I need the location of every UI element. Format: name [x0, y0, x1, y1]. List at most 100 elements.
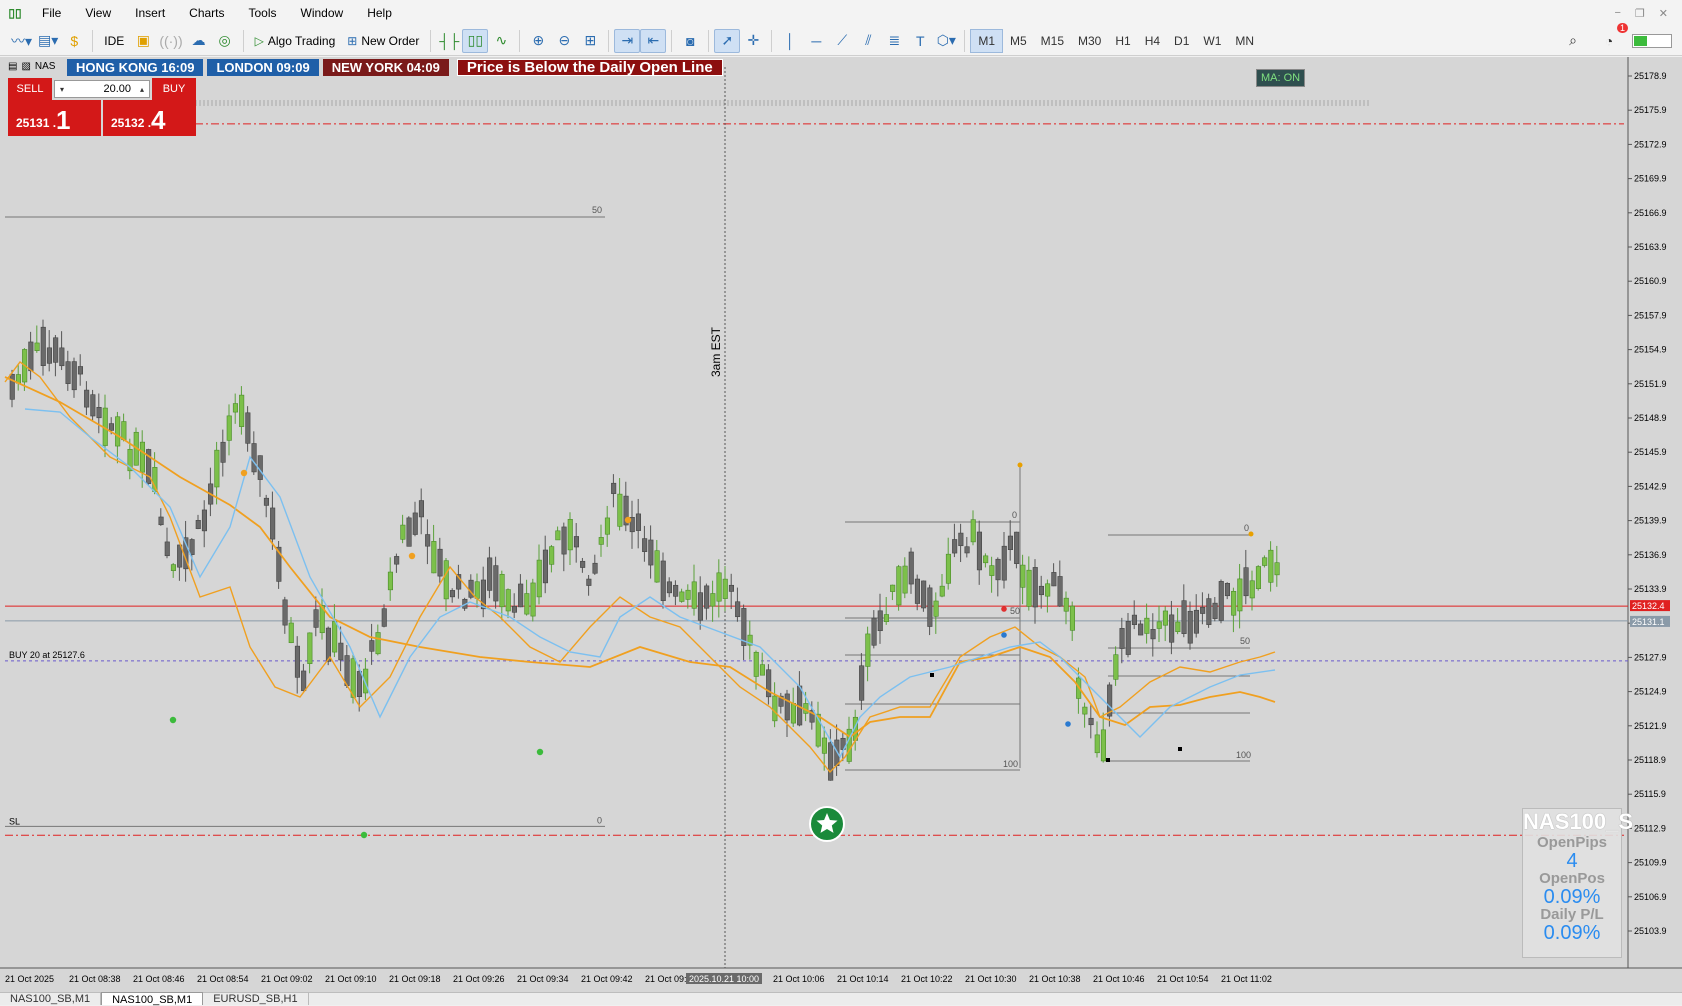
candle-body [896, 566, 902, 606]
chart-tab-nas100-m1-b[interactable]: NAS100_SB,M1 [101, 992, 204, 1006]
horizontal-line-icon[interactable]: ─ [803, 29, 829, 53]
candle-body [239, 394, 245, 427]
bid-price-pip: 1 [56, 105, 71, 135]
candle-body [1082, 706, 1088, 715]
new-chart-icon[interactable]: 〰▾ [8, 29, 35, 53]
bar-chart-icon[interactable]: ┤├ [436, 29, 462, 53]
swing-low-marker [360, 831, 368, 839]
restore-icon[interactable]: ❐ [1635, 7, 1645, 20]
timeframe-w1[interactable]: W1 [1196, 29, 1228, 53]
lock-icon[interactable]: ▣ [130, 29, 156, 53]
chart-tab-nas100-m1-a[interactable]: NAS100_SB,M1 [0, 992, 102, 1005]
cloud-icon[interactable]: ☁ [186, 29, 212, 53]
candle-body [642, 538, 648, 552]
menu-view[interactable]: View [73, 6, 123, 20]
candle-body [28, 341, 34, 372]
lot-decrease-icon[interactable]: ▾ [55, 85, 69, 94]
chart-menu-icon[interactable]: ▤ [8, 61, 17, 72]
ide-button[interactable]: IDE [98, 29, 130, 53]
fib-label: 50 [1240, 636, 1250, 646]
candle-body [90, 394, 96, 417]
timeframe-m1[interactable]: M1 [970, 28, 1003, 53]
candle-body [567, 519, 573, 551]
channel-icon[interactable]: ⫽ [855, 29, 881, 53]
vps-icon[interactable]: ◎ [212, 29, 238, 53]
chart-area[interactable]: 25178.9 25175.9 25172.9 25169.9 25166.9 25163… [0, 57, 1682, 992]
trendline-icon[interactable]: ⟋ [829, 29, 855, 53]
candle-body [617, 493, 623, 527]
one-click-trading-panel: SELL ▾ 20.00 ▴ BUY 25131 . 1 25132 . 4 [8, 78, 196, 136]
price-tick-label: 25112.9 [1634, 823, 1666, 833]
menu-tools[interactable]: Tools [237, 6, 289, 20]
chart-shift-icon[interactable]: ⇤ [640, 28, 667, 53]
autoscroll-icon[interactable]: ⇥ [614, 28, 641, 53]
timeframe-d1[interactable]: D1 [1167, 29, 1196, 53]
candle-body [958, 532, 964, 547]
shapes-icon[interactable]: ⬡▾ [933, 29, 959, 53]
app-logo-icon: ▯▯ [8, 6, 22, 20]
time-tick-label: 21 Oct 10:54 [1157, 974, 1209, 984]
menu-help[interactable]: Help [355, 6, 404, 20]
menu-file[interactable]: File [30, 6, 73, 20]
search-icon[interactable]: ⌕ [1560, 29, 1586, 53]
zoom-out-icon[interactable]: ⊖ [551, 29, 577, 53]
bid-price-button[interactable]: 25131 . 1 [8, 100, 101, 136]
tile-windows-icon[interactable]: ⊞ [577, 29, 603, 53]
screenshot-icon[interactable]: ◙ [677, 29, 703, 53]
minimize-icon[interactable]: − [1614, 7, 1620, 20]
new-order-button[interactable]: ⊞ New Order [341, 29, 425, 53]
timeframe-m30[interactable]: M30 [1071, 29, 1108, 53]
candle-body [1224, 582, 1230, 597]
text-icon[interactable]: T [907, 29, 933, 53]
candle-body [518, 583, 524, 608]
ma-toggle-button[interactable]: MA: ON [1256, 69, 1306, 87]
candle-body [964, 546, 970, 554]
crosshair-icon[interactable]: ✛ [740, 29, 766, 53]
menu-charts[interactable]: Charts [177, 6, 236, 20]
vertical-line-icon[interactable]: │ [777, 29, 803, 53]
timeframe-mn[interactable]: MN [1228, 29, 1261, 53]
notifications-icon[interactable]: ◔ 1 [1596, 22, 1628, 53]
lot-size-value[interactable]: 20.00 [69, 83, 135, 95]
chart-props-icon[interactable]: ▧ [21, 61, 30, 72]
candle-body [914, 578, 921, 604]
price-tick-label: 25175.9 [1634, 105, 1667, 115]
menu-window[interactable]: Window [289, 6, 356, 20]
zoom-in-icon[interactable]: ⊕ [525, 29, 551, 53]
menu-insert[interactable]: Insert [123, 6, 177, 20]
algo-trading-button[interactable]: ▷ Algo Trading [249, 29, 342, 53]
time-tick-label: 21 Oct 08:54 [197, 974, 249, 984]
toolbar: 〰▾ ▤▾ $ IDE ▣ ((·)) ☁ ◎ ▷ Algo Trading ⊞ N… [0, 22, 1682, 56]
line-chart-icon[interactable]: ∿ [488, 29, 514, 53]
market-icon[interactable]: $ [61, 29, 87, 53]
candlestick-icon[interactable]: ▯▯ [462, 28, 489, 53]
fibonacci-icon[interactable]: ≣ [881, 29, 907, 53]
timeframe-h1[interactable]: H1 [1108, 29, 1137, 53]
chart-symbol-short: NAS [34, 61, 56, 72]
candle-body [294, 645, 301, 678]
swing-high-marker [624, 516, 632, 524]
sell-button[interactable]: SELL [8, 78, 52, 100]
bid-price-tag: 25131.1 [1632, 617, 1665, 627]
chart-tab-eurusd-h1[interactable]: EURUSD_SB,H1 [203, 992, 309, 1005]
price-tick-label: 25124.9 [1634, 687, 1667, 697]
candle-body [555, 530, 561, 541]
profiles-icon[interactable]: ▤▾ [35, 29, 61, 53]
ask-price-button[interactable]: 25132 . 4 [103, 100, 196, 136]
price-tick-label: 25154.9 [1634, 345, 1667, 355]
lot-size-input[interactable]: ▾ 20.00 ▴ [54, 80, 150, 98]
timeframe-m5[interactable]: M5 [1003, 29, 1034, 53]
candle-body [772, 695, 778, 722]
buy-button[interactable]: BUY [152, 78, 196, 100]
candle-body [716, 572, 722, 602]
timeframe-m15[interactable]: M15 [1034, 29, 1071, 53]
time-tick-label: 21 Oct 2025 [5, 974, 54, 984]
price-chart[interactable]: 25178.9 25175.9 25172.9 25169.9 25166.9 25163… [0, 57, 1682, 992]
timeframe-h4[interactable]: H4 [1138, 29, 1167, 53]
signal-icon[interactable]: ((·)) [156, 29, 185, 53]
close-icon[interactable]: ✕ [1659, 7, 1668, 20]
lot-increase-icon[interactable]: ▴ [135, 85, 149, 94]
candle-body [412, 512, 418, 535]
cursor-icon[interactable]: ➚ [714, 28, 741, 53]
swing-low-marker [169, 716, 177, 724]
